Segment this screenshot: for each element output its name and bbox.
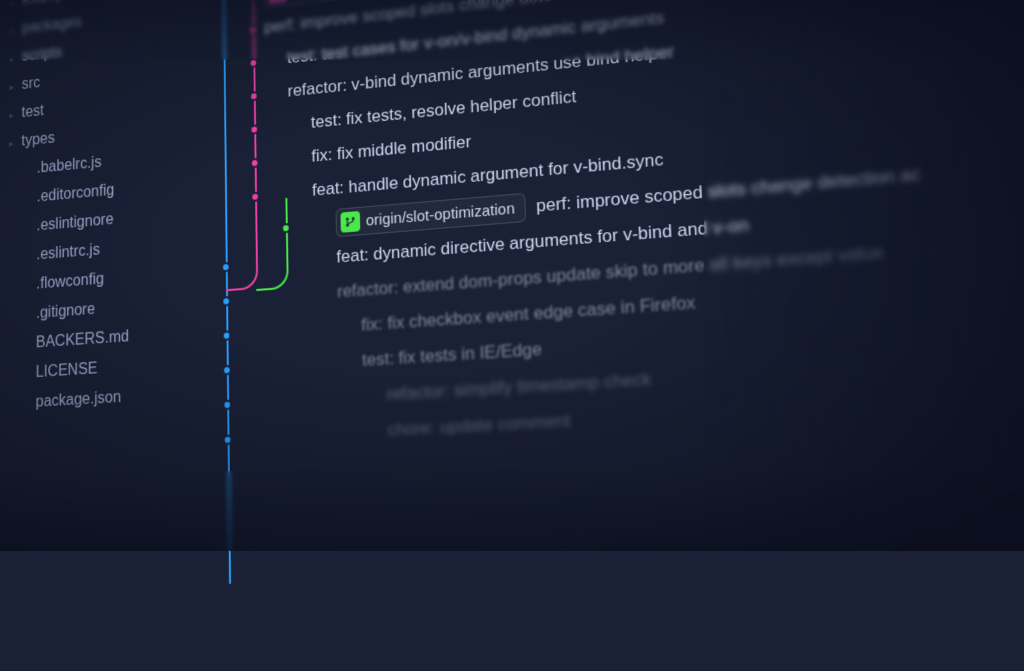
commit-graph-panel: feat: dynamic directive arguments for v-… — [150, 0, 1024, 670]
branch-line-main — [222, 0, 231, 584]
commit-node[interactable] — [222, 330, 232, 341]
commit-message: chore: update comment — [387, 410, 571, 441]
commit-list: feat: dynamic directive arguments for v-… — [241, 0, 1024, 455]
branch-icon — [340, 211, 360, 233]
branch-icon — [268, 0, 287, 4]
commit-message: test: fix tests in IE/Edge — [362, 339, 542, 371]
branch-tag-label: origin/slot-optimization — [366, 199, 515, 229]
commit-node[interactable] — [222, 400, 232, 411]
commit-node[interactable] — [222, 365, 232, 376]
commit-node[interactable] — [221, 296, 231, 307]
commit-node[interactable] — [223, 434, 233, 445]
file-tree: examplespackagesscriptssrctesttypes.babe… — [0, 0, 153, 671]
